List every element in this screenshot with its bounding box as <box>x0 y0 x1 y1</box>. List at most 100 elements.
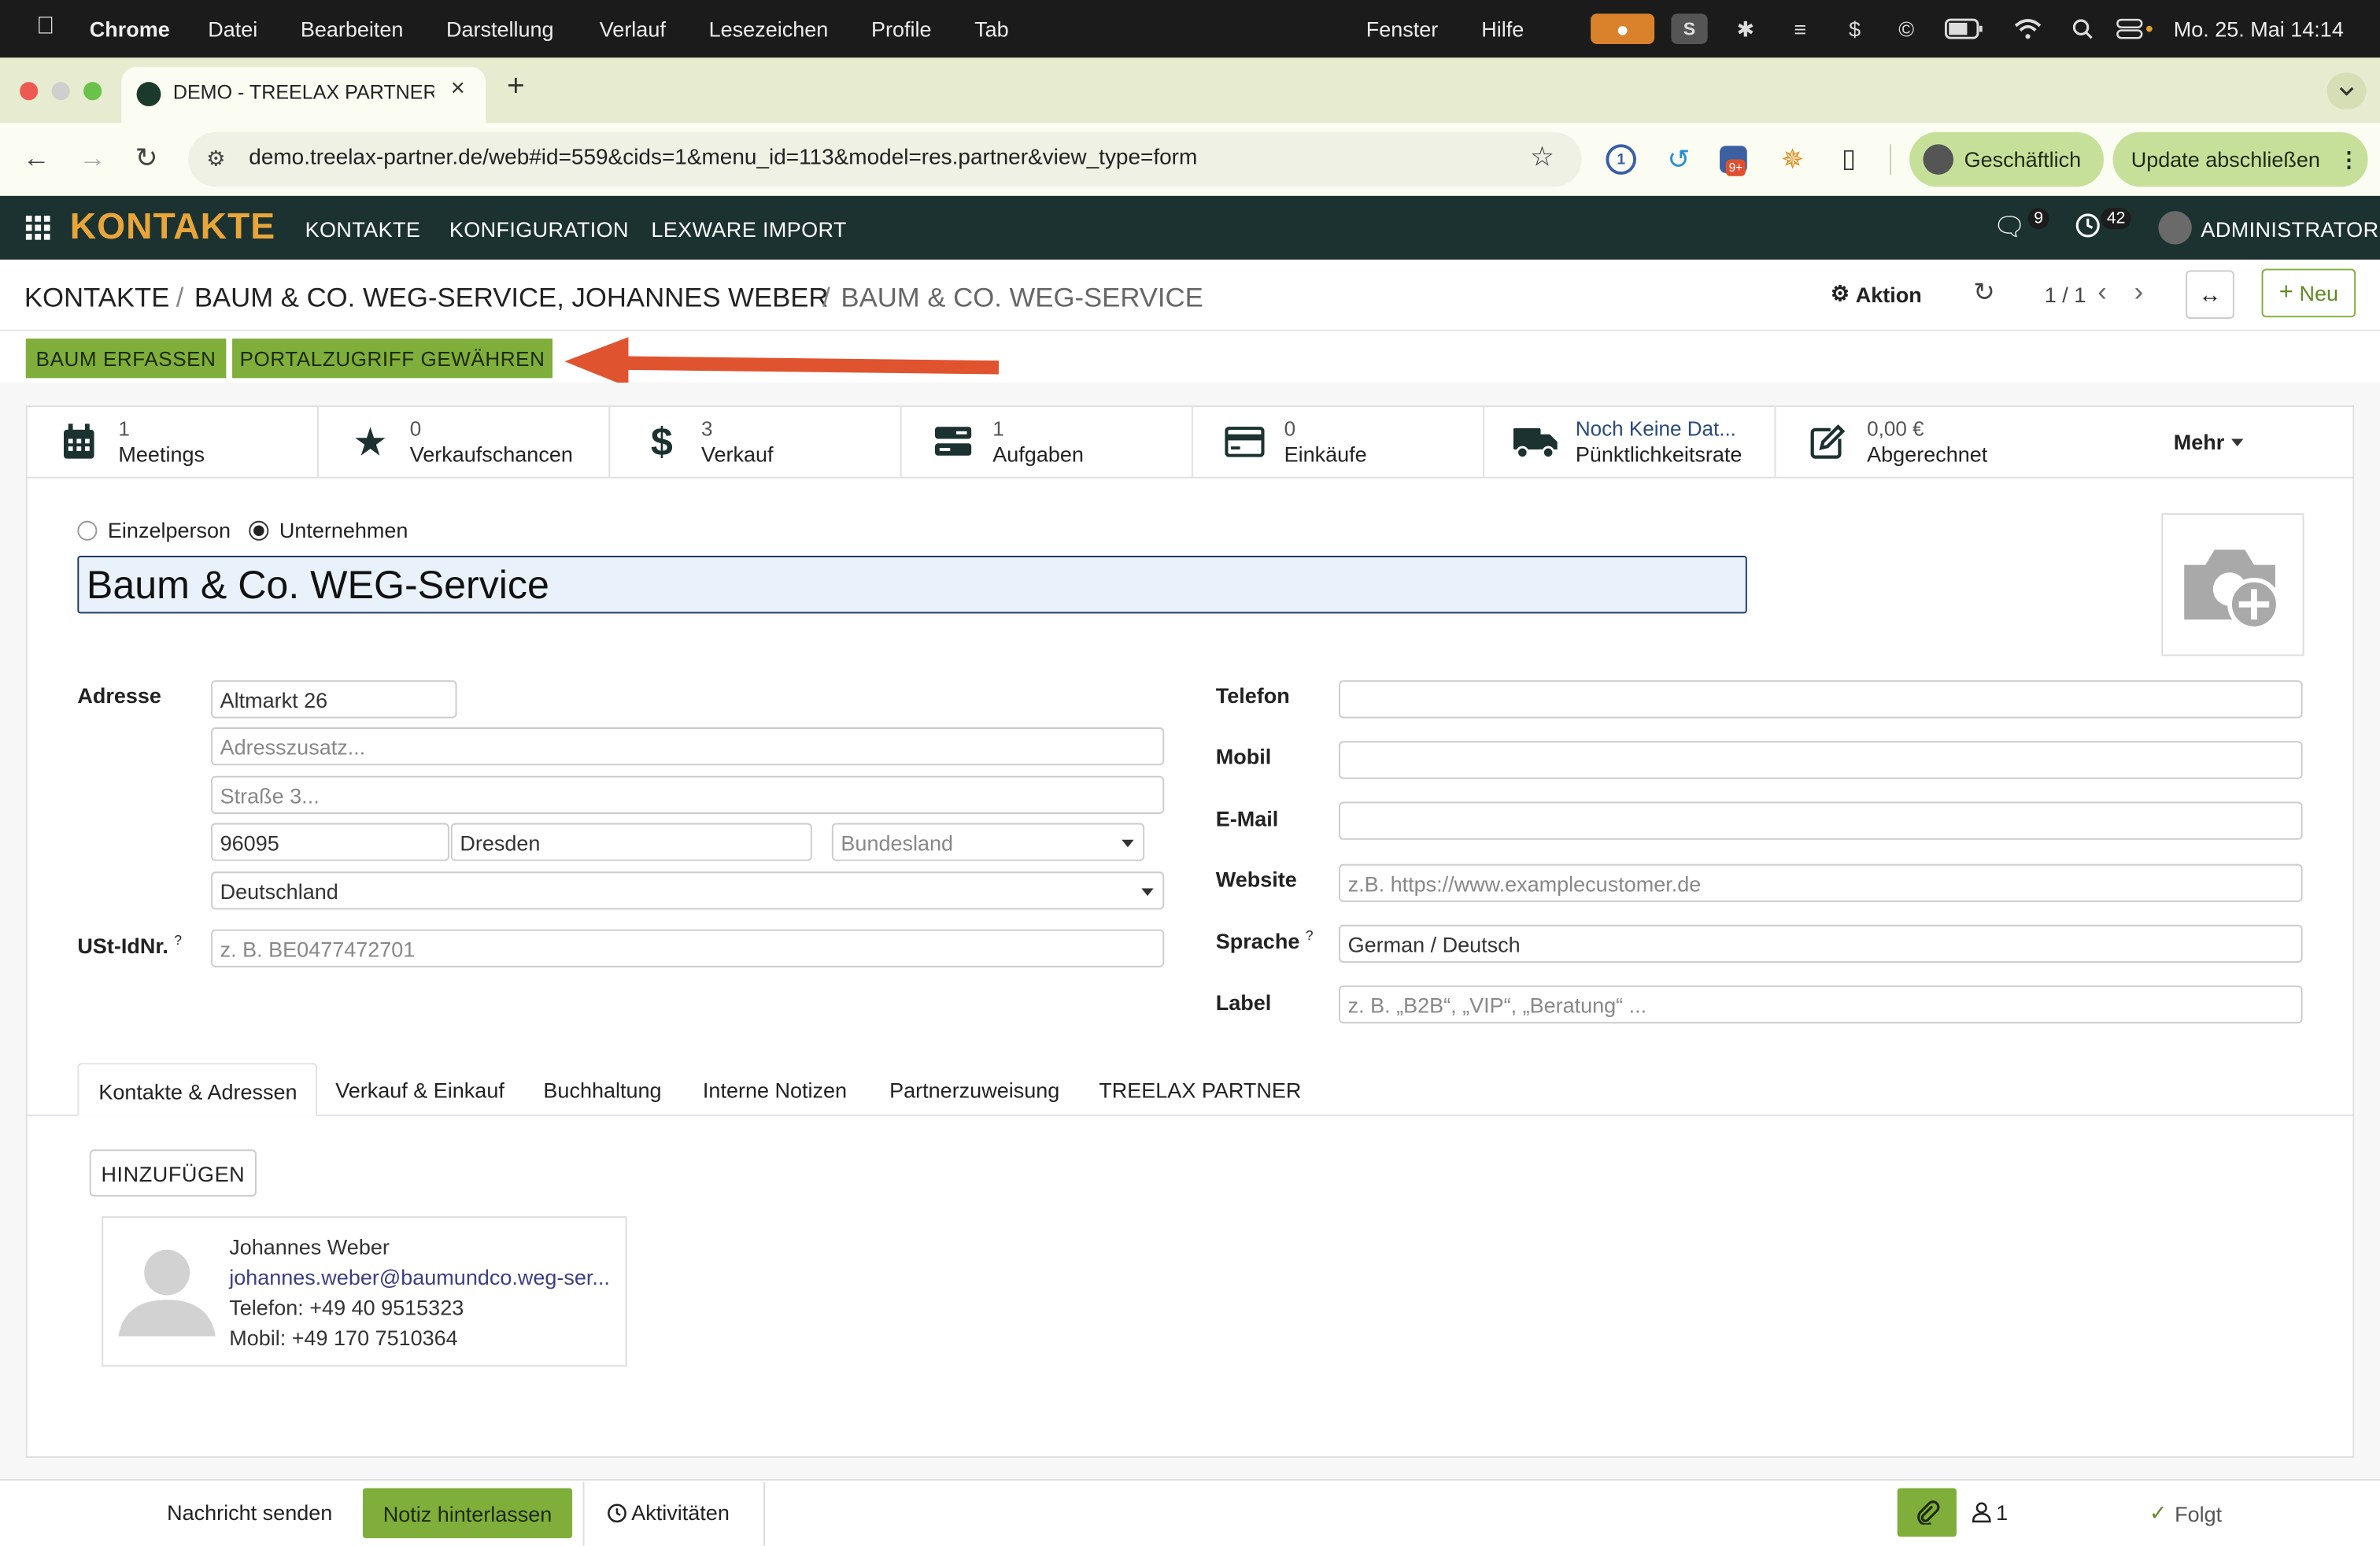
language-select[interactable]: German / Deutsch <box>1338 924 2303 963</box>
smart-button-punctuality[interactable]: Noch Keine Dat... Pünktlichkeitsrate <box>1484 406 1776 477</box>
menu-hilfe[interactable]: Hilfe <box>1481 17 1524 41</box>
window-zoom-button[interactable] <box>83 82 102 101</box>
s-app-icon[interactable]: S <box>1671 13 1708 44</box>
nav-kontakte[interactable]: KONTAKTE <box>305 217 421 242</box>
back-icon[interactable]: ← <box>23 142 50 175</box>
dollar-menu-icon[interactable]: $ <box>1839 13 1870 44</box>
browser-tab[interactable]: DEMO - TREELAX PARTNER - × <box>121 66 486 124</box>
app-name[interactable]: KONTAKTE <box>70 206 275 249</box>
tab-treelax-partner[interactable]: TREELAX PARTNER <box>1099 1078 1301 1103</box>
pager-prev-icon[interactable]: ‹ <box>2097 276 2107 309</box>
site-settings-icon[interactable]: ⚙ <box>206 146 225 172</box>
nav-konfiguration[interactable]: KONFIGURATION <box>449 217 629 242</box>
smart-button-invoiced[interactable]: 0,00 € Abgerechnet <box>1776 407 2067 477</box>
activities-button[interactable]: Aktivitäten <box>607 1500 730 1525</box>
tab-internal-notes[interactable]: Interne Notizen <box>703 1078 847 1103</box>
menu-fenster[interactable]: Fenster <box>1366 17 1439 41</box>
smart-button-meetings[interactable]: 1 Meetings <box>28 406 319 477</box>
new-record-button[interactable]: + Neu <box>2261 268 2356 318</box>
window-close-button[interactable] <box>20 82 39 101</box>
following-button[interactable]: ✓ Folgt <box>2149 1500 2222 1526</box>
street-input[interactable]: Altmarkt 26 <box>211 680 457 719</box>
image-upload[interactable] <box>2161 513 2304 656</box>
reload-icon[interactable]: ↻ <box>135 142 158 175</box>
smart-button-sales[interactable]: $ 3 Verkauf <box>610 406 902 477</box>
microphone-icon[interactable]: ● <box>1591 13 1655 44</box>
expand-width-button[interactable]: ↔ <box>2186 270 2234 320</box>
tab-sales-purchase[interactable]: Verkauf & Einkauf <box>335 1078 504 1103</box>
add-contact-button[interactable]: HINZUFÜGEN <box>89 1149 257 1197</box>
smart-button-opportunities[interactable]: ★ 0 Verkaufschancen <box>319 406 611 477</box>
portal-access-button[interactable]: PORTALZUGRIFF GEWÄHREN <box>232 338 552 379</box>
vat-input[interactable]: z. B. BE0477472701 <box>211 929 1165 967</box>
forward-icon[interactable]: → <box>79 142 106 175</box>
help-icon[interactable]: ? <box>1306 928 1314 943</box>
smart-button-tasks[interactable]: 1 Aufgaben <box>902 406 1193 477</box>
contact-card[interactable]: Johannes Weber johannes.weber@baumundco.… <box>102 1216 627 1367</box>
street2-input[interactable]: Adresszusatz... <box>211 727 1165 766</box>
window-minimize-button[interactable] <box>51 82 70 101</box>
app-grid-icon[interactable] <box>25 215 50 245</box>
url-text[interactable]: demo.treelax-partner.de/web#id=559&cids=… <box>249 146 1197 170</box>
pager-next-icon[interactable]: › <box>2134 276 2144 309</box>
profile-button[interactable]: Geschäftlich <box>1909 131 2104 187</box>
contact-email[interactable]: johannes.weber@baumundco.weg-ser... <box>229 1265 610 1289</box>
send-message-button[interactable]: Nachricht senden <box>167 1500 332 1525</box>
sparkle-extension-icon[interactable]: ✵ <box>1776 142 1809 176</box>
menubar-datetime[interactable]: Mo. 25. Mai 14:14 <box>2174 17 2344 41</box>
sync-extension-icon[interactable]: ↺ <box>1662 142 1695 176</box>
menu-bearbeiten[interactable]: Bearbeiten <box>301 17 404 41</box>
menu-profile[interactable]: Profile <box>871 17 932 41</box>
c-circle-icon[interactable]: © <box>1891 13 1922 44</box>
website-input[interactable]: z.B. https://www.examplecustomer.de <box>1338 864 2303 902</box>
breadcrumb-parent[interactable]: BAUM & CO. WEG-SERVICE, JOHANNES WEBER <box>194 283 829 315</box>
company-name-input[interactable]: Baum & Co. WEG-Service <box>77 556 1747 614</box>
nav-lexware-import[interactable]: LEXWARE IMPORT <box>651 217 846 242</box>
help-icon[interactable]: ? <box>174 932 182 947</box>
tag-input[interactable]: z. B. „B2B“, „VIP“, „Beratung“ ... <box>1338 985 2303 1024</box>
pager-value[interactable]: 1 / 1 <box>2045 283 2086 307</box>
action-menu-button[interactable]: ⚙ Aktion <box>1831 281 1922 307</box>
menu-darstellung[interactable]: Darstellung <box>446 17 554 41</box>
bookmark-star-icon[interactable]: ☆ <box>1530 141 1554 173</box>
update-button[interactable]: Update abschließen ⋮ <box>2112 131 2368 187</box>
tab-search-button[interactable] <box>2326 72 2367 109</box>
menu-datei[interactable]: Datei <box>208 17 257 41</box>
tab-accounting[interactable]: Buchhaltung <box>543 1078 661 1103</box>
password-manager-icon[interactable]: 1 <box>1606 144 1636 175</box>
control-center-icon[interactable] <box>2113 13 2159 44</box>
refresh-icon[interactable]: ↻ <box>1973 278 1994 309</box>
mobile-input[interactable] <box>1338 741 2303 779</box>
radio-einzelperson[interactable]: Einzelperson <box>77 518 231 542</box>
phone-input[interactable] <box>1338 680 2303 719</box>
new-tab-button[interactable]: + <box>507 70 525 105</box>
menu-lesezeichen[interactable]: Lesezeichen <box>709 17 829 41</box>
country-select[interactable]: Deutschland <box>211 871 1165 910</box>
street3-input[interactable]: Straße 3... <box>211 775 1165 814</box>
tab-close-icon[interactable]: × <box>451 76 465 103</box>
smart-button-purchases[interactable]: 0 Einkäufe <box>1193 406 1485 477</box>
email-input[interactable] <box>1338 801 2303 840</box>
more-smart-buttons[interactable]: Mehr <box>2174 430 2245 454</box>
asterisk-icon[interactable]: ✱ <box>1731 13 1761 44</box>
radio-unternehmen[interactable]: Unternehmen <box>249 518 408 542</box>
state-select[interactable]: Bundesland <box>831 823 1145 861</box>
log-note-button[interactable]: Notiz hinterlassen <box>362 1488 573 1539</box>
tab-contacts-addresses[interactable]: Kontakte & Adressen <box>77 1063 318 1116</box>
followers-button[interactable]: 1 <box>1972 1500 2008 1525</box>
calendar-extension-icon[interactable]: 9+ <box>1720 146 1747 176</box>
messages-icon[interactable]: 🗨 <box>1993 213 2026 243</box>
city-input[interactable]: Dresden <box>450 823 812 861</box>
tab-partner-assignment[interactable]: Partnerzuweisung <box>889 1078 1059 1103</box>
menu-tab[interactable]: Tab <box>974 17 1009 41</box>
battery-icon[interactable] <box>1943 13 1986 44</box>
menu-verlauf[interactable]: Verlauf <box>600 17 666 41</box>
menu-app-name[interactable]: Chrome <box>90 17 170 41</box>
kebab-menu-icon[interactable]: ⋮ <box>2338 146 2360 172</box>
baum-erfassen-button[interactable]: BAUM ERFASSEN <box>25 338 227 379</box>
search-icon[interactable] <box>2068 13 2098 44</box>
user-avatar[interactable] <box>2158 211 2192 245</box>
wifi-icon[interactable] <box>2011 13 2044 44</box>
breadcrumb-root[interactable]: KONTAKTE <box>24 283 170 315</box>
apple-icon[interactable]:  <box>36 13 54 41</box>
